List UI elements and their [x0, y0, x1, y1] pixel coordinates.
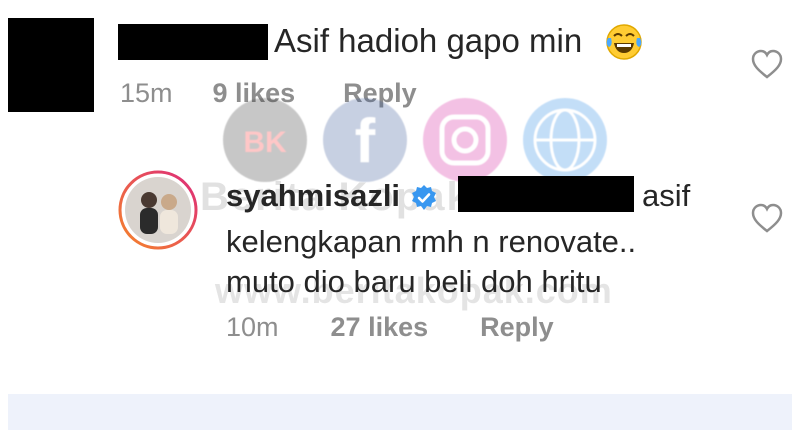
comment-meta: 10m 27 likes Reply [226, 310, 554, 344]
svg-text:f: f [355, 107, 376, 176]
heart-icon[interactable] [750, 202, 784, 234]
comment-timestamp: 15m [120, 77, 173, 108]
verified-badge-icon [412, 185, 436, 210]
watermark-badge: BK [243, 126, 287, 159]
heart-icon[interactable] [750, 48, 784, 80]
comment-timestamp: 10m [226, 311, 279, 342]
laughing-tears-emoji-icon [606, 24, 642, 60]
comment-text: Asif hadioh gapo min [274, 22, 583, 59]
comment-text-line3: muto dio baru beli doh hritu [226, 264, 602, 299]
redacted-mention [458, 176, 634, 212]
redacted-username [118, 24, 268, 60]
comment-username[interactable]: syahmisazli [226, 174, 400, 218]
likes-count-button[interactable]: 27 likes [331, 312, 429, 343]
profile-avatar[interactable] [118, 170, 198, 250]
next-comment-placeholder [8, 394, 792, 430]
redacted-avatar[interactable] [8, 18, 94, 112]
comment-text-line1: asif [642, 178, 691, 213]
reply-button[interactable]: Reply [480, 312, 554, 343]
comment-text-line2: kelengkapan rmh n renovate.. [226, 224, 637, 259]
